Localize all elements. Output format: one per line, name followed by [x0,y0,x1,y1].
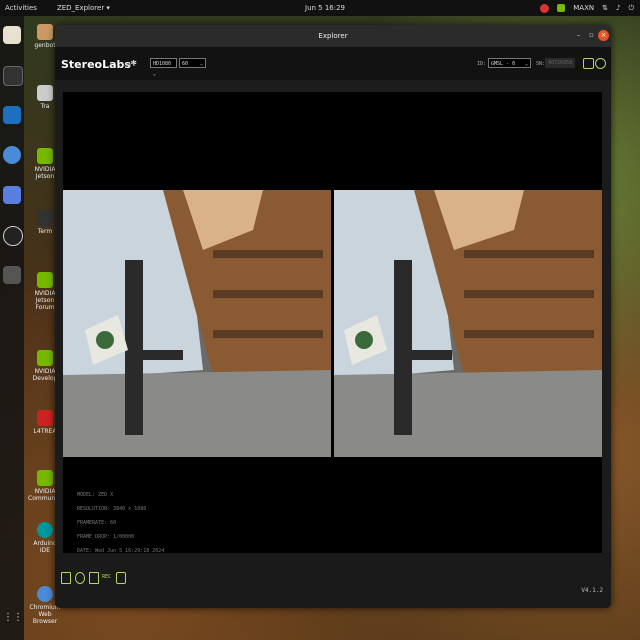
gear-icon[interactable] [595,58,606,69]
fps-select[interactable]: 60 ⌄ [179,58,206,68]
sn-label: SN: [536,61,546,67]
chevron-down-icon: ⌄ [199,61,203,67]
resolution-select[interactable]: HD1080 ⌄ [150,58,177,77]
notification-icon[interactable] [540,3,550,13]
terminal-icon [37,210,53,226]
left-scene-image [63,190,331,457]
stream-icon[interactable] [75,572,85,584]
minimize-button[interactable]: – [573,30,584,41]
chevron-down-icon: ⌄ [524,61,528,67]
show-apps-icon[interactable]: ⋮⋮ [3,612,23,630]
network-icon[interactable]: ⇅ [602,4,608,12]
nvidia-icon[interactable] [557,4,566,12]
pdf-icon [37,410,53,426]
arduino-icon [37,522,53,538]
left-camera-frame [63,190,331,457]
toolbar: StereoLabs* LIVE HD1080 ⌄ 60 ⌄ ID: GMSL … [55,47,611,80]
chevron-down-icon: ⌄ [153,71,157,77]
power-icon[interactable]: ⏻ [628,4,634,13]
zed-explorer-window: Explorer – ▫ × StereoLabs* LIVE HD1080 ⌄… [55,25,611,608]
files-icon[interactable] [3,26,21,44]
camera-snapshot-icon[interactable] [116,572,126,584]
obs-icon[interactable] [3,226,23,246]
camera-id-select[interactable]: GMSL - 0 ⌄ [488,58,531,68]
activities-button[interactable]: Activities [5,4,37,12]
maximize-button[interactable]: ▫ [586,30,597,41]
terminal-icon[interactable] [3,66,23,86]
screenshot-icon[interactable] [3,186,21,204]
nvidia-icon [37,470,53,486]
zed-explorer-icon[interactable] [3,266,21,284]
dock: ⋮⋮ [0,16,24,640]
right-scene-image [334,190,602,457]
home-folder-icon [37,24,53,40]
chromium-icon [37,586,53,602]
nvidia-icon [37,148,53,164]
nvidia-icon [37,350,53,366]
record-button[interactable]: REC [102,574,111,580]
svo-icon[interactable] [89,572,99,584]
app-menu[interactable]: ZED_Explorer ▾ [57,4,110,12]
camera-device-icon[interactable] [583,58,594,69]
nvidia-icon [37,272,53,288]
system-top-bar: Activities ZED_Explorer ▾ Jun 5 16:29 MA… [0,0,640,16]
close-button[interactable]: × [598,30,609,41]
folder-icon[interactable] [61,572,71,584]
clock[interactable]: Jun 5 16:29 [305,4,345,12]
system-tray[interactable]: MAXN ⇅ ♪ ⏻ [540,2,634,14]
version-label: V4.1.2 [581,587,603,594]
right-camera-frame [334,190,602,457]
power-mode-label[interactable]: MAXN [573,4,594,12]
info-framerate: FRAMERATE: 60 [77,520,117,526]
window-title: Explorer [318,32,348,40]
vscode-icon[interactable] [3,106,21,124]
id-label: ID: [477,61,487,67]
video-viewer: MODEL: ZED X RESOLUTION: 3840 x 1080 FRA… [63,92,602,554]
info-frame-drop: FRAME DROP: 1/00000 [77,534,135,540]
volume-icon[interactable]: ♪ [616,4,620,12]
serial-number-field: 40726958 [545,58,576,68]
info-model: MODEL: ZED X [77,492,114,498]
info-resolution: RESOLUTION: 3840 x 1080 [77,506,147,512]
trash-icon [37,85,53,101]
chromium-icon[interactable] [3,146,21,164]
window-titlebar[interactable]: Explorer – ▫ × [55,25,611,47]
live-indicator: LIVE [122,62,137,68]
bottom-toolbar: REC V4.1.2 [55,553,611,608]
